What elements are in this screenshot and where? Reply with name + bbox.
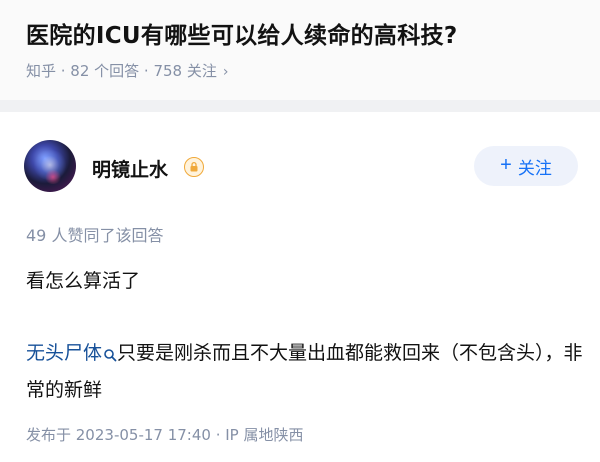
author-name[interactable]: 明镜止水 — [92, 155, 168, 182]
follow-button[interactable]: + 关注 — [474, 146, 578, 186]
question-meta[interactable]: 知乎 · 82 个回答 · 758 关注 › — [26, 60, 228, 81]
answer-text-line: 看怎么算活了 — [26, 270, 141, 292]
chevron-right-icon: › — [222, 64, 229, 80]
publish-info: 发布于 2023-05-17 17:40 · IP 属地陕西 — [26, 426, 304, 444]
lock-badge-icon — [184, 157, 204, 177]
follow-label: 关注 — [517, 158, 552, 178]
answer-paragraph: 无头尸体 只要是刚杀而且不大量出血都能救回来（不包含头），非常的新鲜 — [26, 336, 586, 407]
avatar[interactable] — [24, 140, 76, 192]
question-meta-text: 知乎 · 82 个回答 · 758 关注 — [26, 62, 217, 80]
question-title[interactable]: 医院的ICU有哪些可以给人续命的高科技? — [26, 16, 457, 50]
plus-icon: + — [500, 154, 512, 176]
search-term-link[interactable]: 无头尸体 — [26, 342, 102, 364]
question-header: 医院的ICU有哪些可以给人续命的高科技? 知乎 · 82 个回答 · 758 关… — [0, 0, 600, 100]
search-icon[interactable] — [103, 339, 117, 373]
section-divider — [0, 100, 600, 112]
vote-count-text: 49 人赞同了该回答 — [26, 226, 164, 245]
